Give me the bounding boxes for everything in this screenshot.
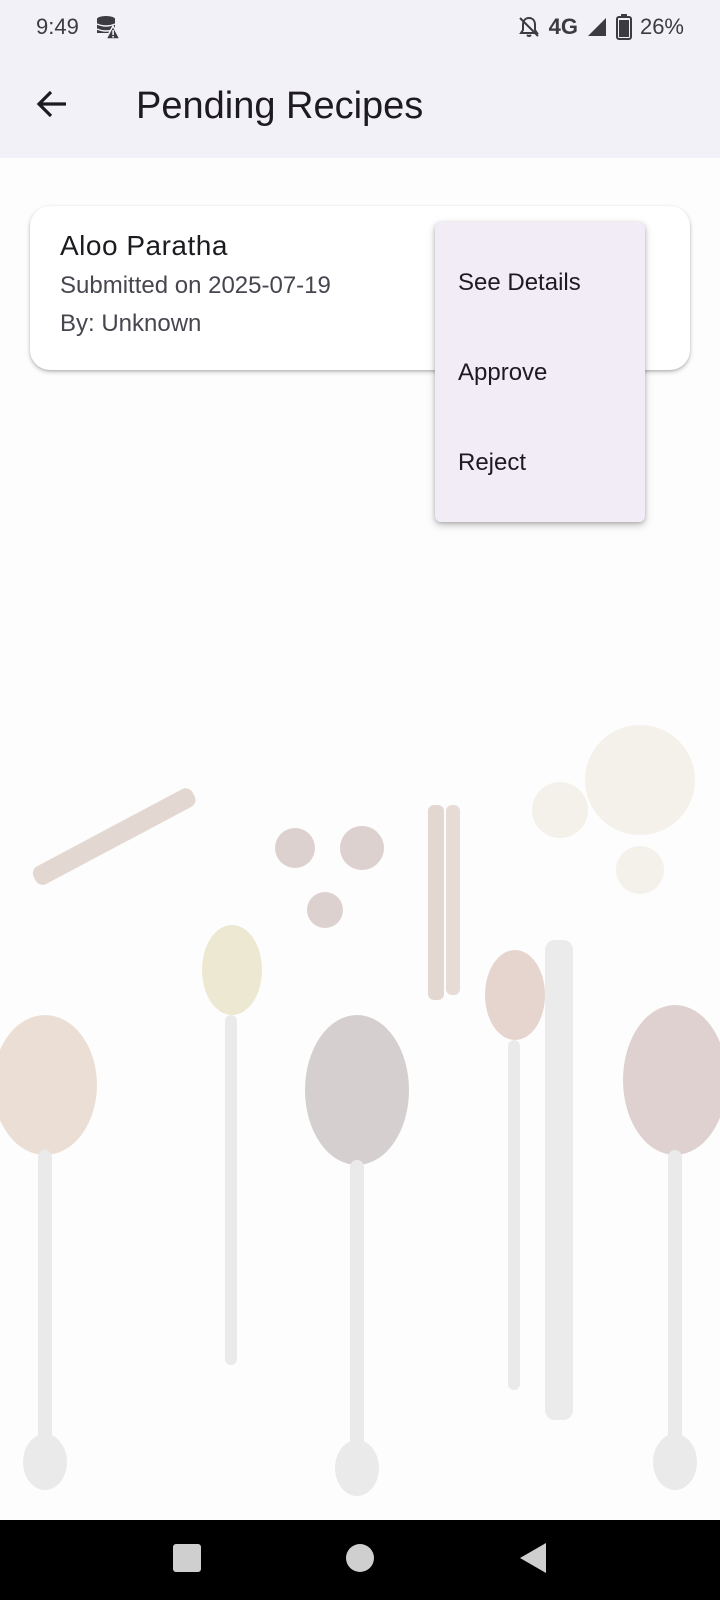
signal-icon <box>586 16 608 38</box>
nav-back-button[interactable] <box>503 1530 563 1590</box>
menu-item-approve[interactable]: Approve <box>435 328 645 418</box>
status-left: 9:49 <box>36 14 121 40</box>
status-bar: 9:49 4G 26% <box>0 0 720 54</box>
status-right: 4G 26% <box>517 14 684 40</box>
spices-background-image <box>0 725 720 1496</box>
app-bar: Pending Recipes <box>0 54 720 158</box>
recipe-actions-menu: See Details Approve Reject <box>435 222 645 522</box>
menu-item-reject[interactable]: Reject <box>435 418 645 508</box>
page-title: Pending Recipes <box>136 84 424 127</box>
home-button[interactable] <box>330 1530 390 1590</box>
storage-warning-icon <box>95 14 121 40</box>
status-time: 9:49 <box>36 14 79 39</box>
system-nav-bar <box>0 1520 720 1600</box>
battery-icon <box>615 14 632 40</box>
home-circle-icon <box>345 1543 375 1578</box>
arrow-back-icon <box>35 87 69 126</box>
recents-square-icon <box>172 1543 202 1578</box>
recents-button[interactable] <box>157 1530 217 1590</box>
back-button[interactable] <box>24 78 80 134</box>
menu-item-see-details[interactable]: See Details <box>435 238 645 328</box>
bell-off-icon <box>517 15 541 39</box>
battery-percent: 26% <box>639 14 684 39</box>
back-triangle-icon <box>518 1542 548 1579</box>
network-type: 4G <box>548 14 578 39</box>
